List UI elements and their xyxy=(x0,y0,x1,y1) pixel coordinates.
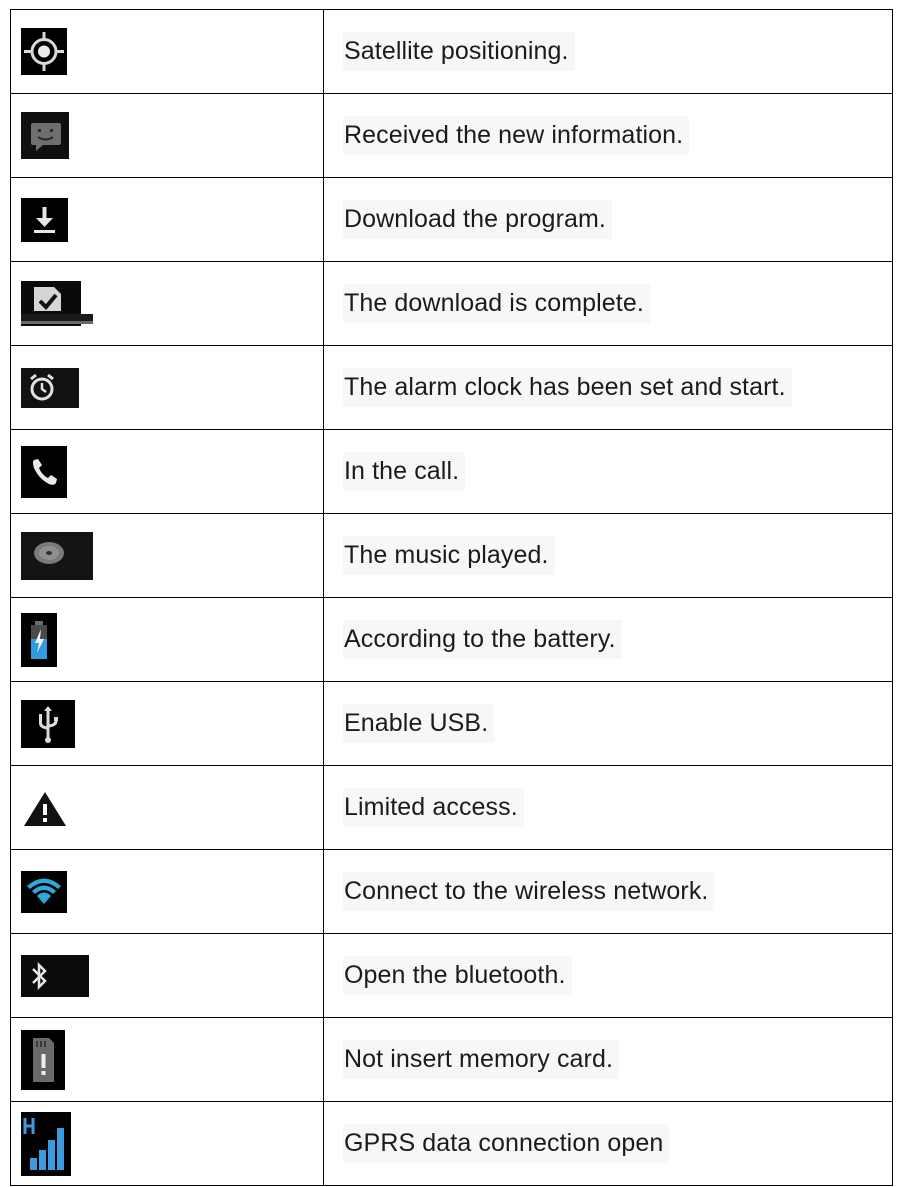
description-cell: Received the new information. xyxy=(323,93,893,178)
table-row: Limited access. xyxy=(10,765,893,850)
row-description: The alarm clock has been set and start. xyxy=(343,368,792,407)
table-row: GPRS data connection open xyxy=(10,1101,893,1186)
wifi-icon xyxy=(21,870,323,913)
icon-cell xyxy=(10,597,324,682)
description-cell: The music played. xyxy=(323,513,893,598)
download-complete-icon xyxy=(21,281,323,326)
description-cell: The download is complete. xyxy=(323,261,893,346)
satellite-positioning-icon xyxy=(21,28,323,75)
table-row: Satellite positioning. xyxy=(10,9,893,94)
row-description: Not insert memory card. xyxy=(343,1040,620,1079)
description-cell: Not insert memory card. xyxy=(323,1017,893,1102)
description-cell: The alarm clock has been set and start. xyxy=(323,345,893,430)
status-icon-table: Satellite positioning. Received the new … xyxy=(10,9,893,1186)
row-description: In the call. xyxy=(343,452,466,491)
bluetooth-icon xyxy=(21,954,323,997)
row-description: Limited access. xyxy=(343,788,524,827)
table-row: Not insert memory card. xyxy=(10,1017,893,1102)
music-disc-icon xyxy=(21,531,323,580)
icon-cell xyxy=(10,345,324,430)
row-description: The music played. xyxy=(343,536,555,575)
row-description: Open the bluetooth. xyxy=(343,956,572,995)
row-description: Satellite positioning. xyxy=(343,32,575,71)
row-description: Connect to the wireless network. xyxy=(343,872,715,911)
icon-cell xyxy=(10,177,324,262)
hspa-signal-icon xyxy=(21,1111,323,1176)
icon-cell xyxy=(10,849,324,934)
table-row: In the call. xyxy=(10,429,893,514)
no-memory-card-icon xyxy=(21,1029,323,1090)
message-icon xyxy=(21,112,323,159)
row-description: Download the program. xyxy=(343,200,612,239)
phone-call-icon xyxy=(21,445,323,498)
alarm-clock-icon xyxy=(21,367,323,408)
description-cell: Download the program. xyxy=(323,177,893,262)
row-description: According to the battery. xyxy=(343,620,622,659)
table-row: According to the battery. xyxy=(10,597,893,682)
table-row: Received the new information. xyxy=(10,93,893,178)
table-row: The alarm clock has been set and start. xyxy=(10,345,893,430)
usb-icon xyxy=(21,699,323,748)
icon-cell xyxy=(10,933,324,1018)
table-row: Download the program. xyxy=(10,177,893,262)
battery-charging-icon xyxy=(21,612,323,667)
icon-cell xyxy=(10,261,324,346)
row-description: The download is complete. xyxy=(343,284,650,323)
table-row: Enable USB. xyxy=(10,681,893,766)
row-description: Enable USB. xyxy=(343,704,495,743)
icon-cell xyxy=(10,513,324,598)
description-cell: Open the bluetooth. xyxy=(323,933,893,1018)
icon-cell xyxy=(10,765,324,850)
download-icon xyxy=(21,197,323,242)
description-cell: Enable USB. xyxy=(323,681,893,766)
icon-cell xyxy=(10,681,324,766)
table-row: Open the bluetooth. xyxy=(10,933,893,1018)
icon-cell xyxy=(10,93,324,178)
table-row: The download is complete. xyxy=(10,261,893,346)
icon-cell xyxy=(10,1017,324,1102)
description-cell: GPRS data connection open xyxy=(323,1101,893,1186)
icon-cell xyxy=(10,429,324,514)
row-description: GPRS data connection open xyxy=(343,1124,670,1163)
description-cell: Connect to the wireless network. xyxy=(323,849,893,934)
row-description: Received the new information. xyxy=(343,116,690,155)
warning-icon xyxy=(21,787,323,828)
description-cell: Satellite positioning. xyxy=(323,9,893,94)
description-cell: In the call. xyxy=(323,429,893,514)
table-row: The music played. xyxy=(10,513,893,598)
table-row: Connect to the wireless network. xyxy=(10,849,893,934)
description-cell: Limited access. xyxy=(323,765,893,850)
description-cell: According to the battery. xyxy=(323,597,893,682)
icon-cell xyxy=(10,9,324,94)
icon-cell xyxy=(10,1101,324,1186)
